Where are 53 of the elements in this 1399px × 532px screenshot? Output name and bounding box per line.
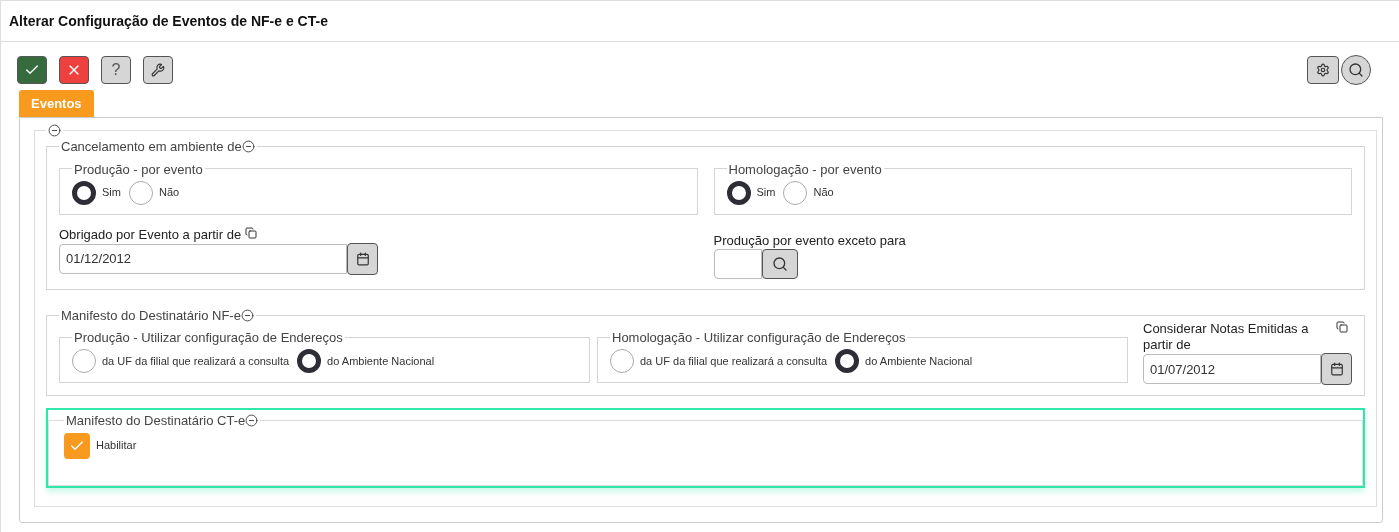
copy-icon[interactable] (1336, 321, 1348, 333)
cancel-button[interactable] (59, 56, 89, 84)
window-title: Alterar Configuração de Eventos de NF-e e CT-e (9, 11, 328, 31)
calendar-button[interactable] (1321, 353, 1352, 385)
section-title: Manifesto do Destinatário NF-e (61, 306, 241, 325)
search-icon (771, 255, 788, 272)
help-button[interactable]: ? (101, 56, 131, 84)
search-icon (1348, 62, 1364, 78)
radio-label: Sim (756, 185, 776, 201)
copy-icon[interactable] (245, 226, 258, 239)
radio-label: Sim (102, 185, 121, 201)
confirm-button[interactable] (17, 56, 47, 84)
lookup-field[interactable] (713, 248, 762, 279)
section-title: Cancelamento em ambiente de (61, 138, 242, 156)
checkbox[interactable] (64, 432, 90, 459)
radio-label: da UF da filial que realizará a consulta (640, 353, 828, 369)
group-title: Produção - por evento (74, 161, 203, 177)
wrench-icon (151, 63, 165, 77)
radio-label: do Ambiente Nacional (327, 353, 435, 369)
radio-label: Não (813, 185, 834, 201)
search-button[interactable] (761, 248, 798, 279)
calendar-button[interactable] (347, 242, 378, 275)
section-title: Manifesto do Destinatário CT-e (66, 412, 246, 430)
group-title: Homologação - por evento (728, 161, 882, 177)
calendar-icon (355, 251, 370, 266)
search-button[interactable] (1341, 55, 1371, 85)
radio-button[interactable] (726, 180, 751, 205)
radio-label: Não (158, 185, 180, 201)
radio-button[interactable] (72, 180, 96, 205)
date-field[interactable]: 01/12/2012 (59, 243, 347, 274)
settings-button[interactable] (1307, 56, 1339, 84)
radio-button[interactable] (297, 349, 322, 373)
radio-label: da UF da filial que realizará a consulta (102, 353, 290, 369)
field-label: Considerar Notas Emitidas a partir de (1143, 321, 1310, 353)
checkbox-label: Habilitar (96, 438, 137, 454)
collapse-icon[interactable] (245, 414, 259, 428)
calendar-icon (1329, 362, 1344, 376)
field-label: Obrigado por Evento a partir de (59, 226, 242, 243)
radio-button[interactable] (835, 349, 860, 373)
collapse-icon[interactable] (48, 124, 61, 137)
radio-button[interactable] (72, 349, 96, 373)
radio-label: do Ambiente Nacional (865, 353, 973, 369)
group-title: Homologação - Utilizar configuração de Endereços (612, 330, 906, 345)
radio-button[interactable] (783, 180, 808, 205)
date-field[interactable]: 01/07/2012 (1143, 354, 1321, 384)
group-title: Produção - Utilizar configuração de Endereços (74, 330, 343, 345)
radio-button[interactable] (610, 349, 634, 373)
tools-button[interactable] (143, 56, 173, 84)
collapse-icon[interactable] (241, 140, 255, 154)
field-label: Produção por evento exceto para (713, 232, 907, 249)
radio-button[interactable] (128, 180, 153, 205)
settings-icon (1316, 63, 1330, 77)
collapse-icon[interactable] (240, 308, 254, 322)
